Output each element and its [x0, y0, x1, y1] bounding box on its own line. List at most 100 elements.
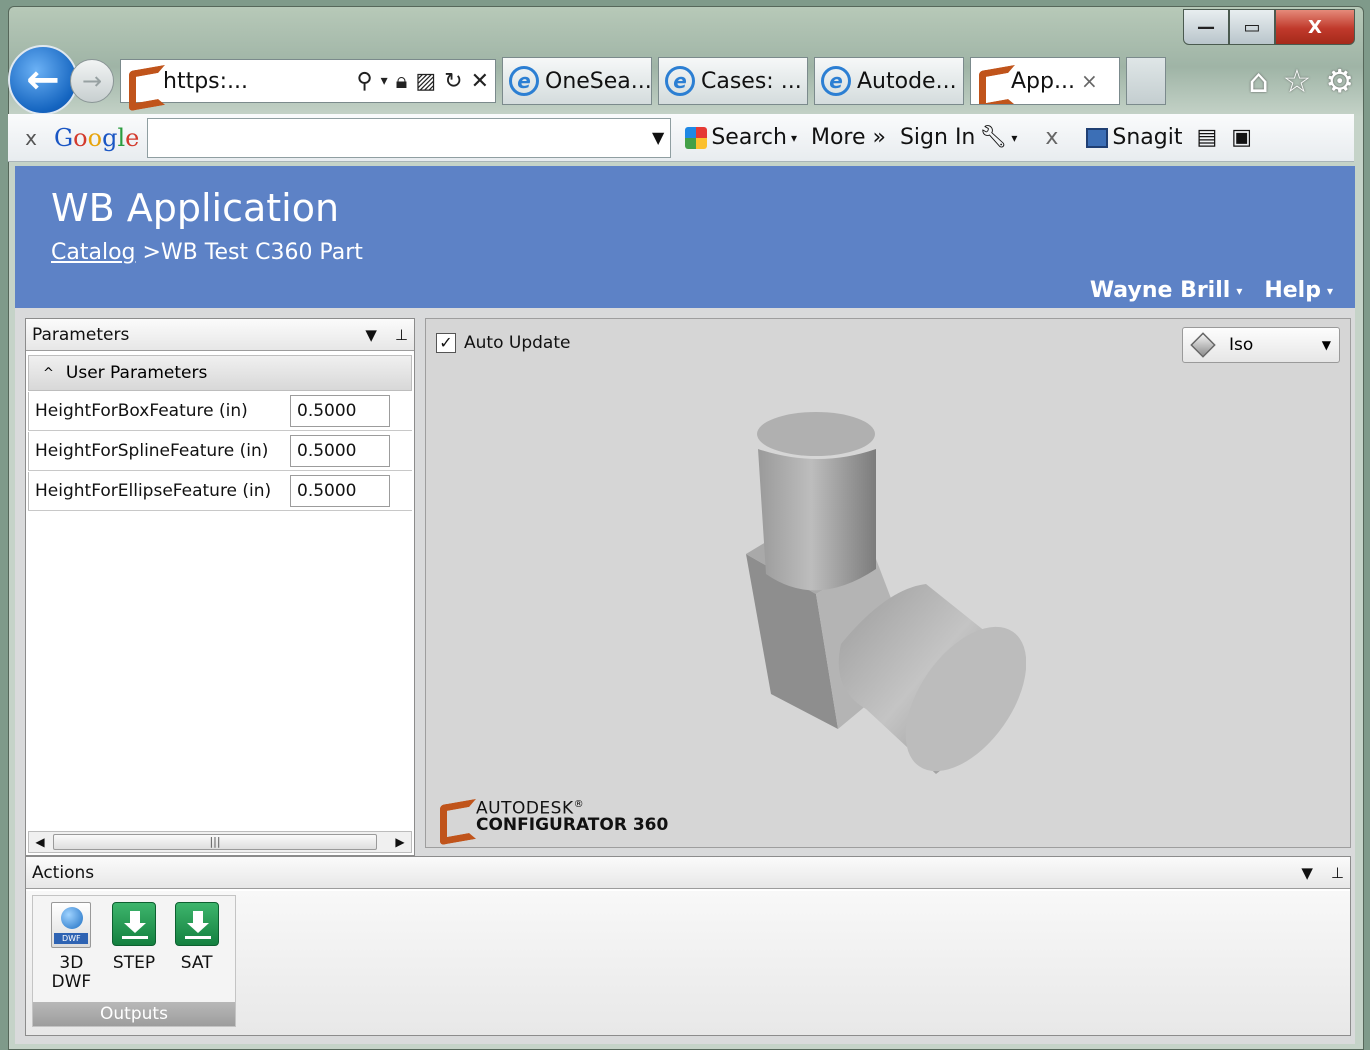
breadcrumb-catalog-link[interactable]: Catalog [51, 240, 136, 265]
close-window-button[interactable]: X [1275, 9, 1355, 45]
iso-cube-icon [1190, 332, 1216, 358]
snagit-label: Snagit [1112, 125, 1183, 150]
compat-view-icon[interactable]: ▨ [415, 69, 436, 94]
panel-menu-icon[interactable]: ▼ [365, 326, 377, 344]
scroll-right-icon[interactable]: ▶ [389, 835, 411, 849]
user-menu-button[interactable]: Wayne Brill ▾ [1090, 278, 1243, 303]
group-title: User Parameters [65, 363, 208, 383]
view-mode-select[interactable]: Iso ▼ [1182, 327, 1340, 363]
search-icon[interactable]: ⚲ [356, 69, 372, 94]
3d-model[interactable] [726, 409, 1026, 789]
actions-body: DWF 3D DWF STEP SAT Outputs [26, 891, 1350, 1035]
stop-icon[interactable]: ✕ [471, 69, 489, 94]
snagit-editor-icon[interactable]: ▣ [1231, 125, 1252, 150]
tab-autodesk[interactable]: e Autode... [814, 57, 964, 105]
maximize-button[interactable]: ▭ [1229, 9, 1275, 45]
configurator-brand: AUTODESK® CONFIGURATOR 360 [438, 797, 668, 833]
tab-label: Cases: ... [701, 68, 802, 94]
chevron-up-icon: ^ [43, 365, 54, 381]
output-step-button[interactable]: STEP [104, 902, 165, 992]
browser-tools: ⌂ ☆ ⚙ [1248, 62, 1354, 100]
parameter-value-input[interactable] [290, 474, 390, 507]
view-mode-value: Iso [1229, 335, 1254, 355]
minimize-button[interactable]: — [1183, 9, 1229, 45]
parameter-name: HeightForEllipseFeature (in) [28, 471, 288, 510]
output-sat-button[interactable]: SAT [166, 902, 227, 992]
back-button[interactable]: ← [8, 45, 78, 115]
tab-label: App... [1011, 68, 1075, 94]
download-icon [174, 902, 219, 946]
lock-icon[interactable]: 🔒︎ [396, 69, 408, 94]
wrench-icon: 🔧︎ [979, 125, 1008, 150]
button-label-line2: DWF [51, 972, 92, 992]
main-area: Parameters ▼ ⊥ ^ User Parameters HeightF… [15, 308, 1355, 1044]
scroll-left-icon[interactable]: ◀ [29, 835, 51, 849]
more-button[interactable]: More » [811, 125, 886, 150]
scroll-track[interactable]: ||| [51, 834, 389, 850]
auto-update-label: Auto Update [464, 333, 571, 353]
ie-icon: e [821, 66, 851, 96]
forward-arrow-icon: → [81, 67, 103, 95]
parameter-row: HeightForEllipseFeature (in) [28, 471, 412, 511]
gear-icon[interactable]: ⚙ [1325, 62, 1354, 100]
google-search-button[interactable]: Search ▾ [685, 125, 797, 150]
google-search-input[interactable]: ▼ [147, 117, 672, 158]
tab-app[interactable]: App... × [970, 57, 1120, 105]
snagit-capture-icon[interactable]: ▤ [1196, 125, 1217, 150]
auto-update-checkbox[interactable]: ✓ [436, 333, 456, 353]
google-toolbar: x Google ▼ Search ▾ More » Sign In 🔧︎ ▾ … [8, 114, 1354, 162]
parameter-value-input[interactable] [290, 394, 390, 427]
auto-update-toggle[interactable]: ✓ Auto Update [436, 333, 570, 353]
snagit-button[interactable]: Snagit [1086, 125, 1182, 150]
autodesk-c-logo-icon [438, 800, 466, 830]
breadcrumb-current: >WB Test C360 Part [142, 240, 363, 265]
parameters-panel: Parameters ▼ ⊥ ^ User Parameters HeightF… [25, 318, 415, 856]
download-icon [112, 902, 156, 946]
ie-icon: e [665, 66, 695, 96]
address-text[interactable]: https:... [163, 69, 348, 94]
app-title: WB Application [51, 186, 340, 230]
pin-icon[interactable]: ⊥ [395, 326, 408, 344]
parameter-row: HeightForSplineFeature (in) [28, 431, 412, 471]
address-bar[interactable]: https:... ⚲ ▾ 🔒︎ ▨ ↻ ✕ [120, 59, 496, 103]
forward-button[interactable]: → [70, 59, 114, 103]
ie-icon: e [509, 66, 539, 96]
dropdown-icon: ▾ [790, 130, 797, 145]
parameter-value-input[interactable] [290, 434, 390, 467]
configurator-icon [127, 66, 155, 96]
output-3d-dwf-button[interactable]: DWF 3D DWF [41, 902, 102, 992]
pin-icon[interactable]: ⊥ [1331, 864, 1344, 882]
help-menu-button[interactable]: Help ▾ [1264, 278, 1333, 303]
home-icon[interactable]: ⌂ [1248, 62, 1268, 100]
favorites-star-icon[interactable]: ☆ [1283, 62, 1312, 100]
parameter-name: HeightForBoxFeature (in) [28, 391, 288, 430]
tab-onesearch[interactable]: e OneSea... [502, 57, 652, 105]
dropdown-icon[interactable]: ▼ [652, 128, 664, 147]
signin-button[interactable]: Sign In 🔧︎ ▾ [900, 125, 1017, 150]
panel-menu-icon[interactable]: ▼ [1301, 864, 1313, 882]
dropdown-icon[interactable]: ▾ [381, 73, 388, 89]
google-search-icon [685, 126, 708, 149]
actions-header: Actions ▼ ⊥ [26, 857, 1350, 889]
breadcrumb: Catalog >WB Test C360 Part [51, 240, 363, 265]
close-toolbar-icon[interactable]: x [1045, 125, 1058, 150]
close-toolbar-icon[interactable]: x [8, 126, 54, 150]
user-parameters-group[interactable]: ^ User Parameters [28, 355, 412, 391]
horizontal-scrollbar[interactable]: ◀ ||| ▶ [28, 831, 412, 853]
search-label: Search [711, 125, 787, 150]
scroll-thumb[interactable]: ||| [53, 834, 377, 850]
button-label: SAT [180, 953, 213, 973]
parameter-name: HeightForSplineFeature (in) [28, 431, 288, 470]
parameter-row: HeightForBoxFeature (in) [28, 391, 412, 431]
panel-title: Parameters [32, 324, 130, 345]
signin-label: Sign In [899, 125, 976, 150]
back-arrow-icon: ← [26, 57, 60, 103]
close-tab-icon[interactable]: × [1081, 69, 1098, 93]
app-header: WB Application Catalog >WB Test C360 Par… [15, 166, 1355, 308]
help-label: Help [1264, 278, 1321, 303]
tab-cases[interactable]: e Cases: ... [658, 57, 808, 105]
tab-label: OneSea... [545, 68, 652, 94]
new-tab-button[interactable] [1126, 57, 1166, 105]
refresh-icon[interactable]: ↻ [444, 69, 462, 94]
model-viewer[interactable]: ✓ Auto Update Iso ▼ AUTODESK® CONFIGURAT… [425, 318, 1351, 848]
